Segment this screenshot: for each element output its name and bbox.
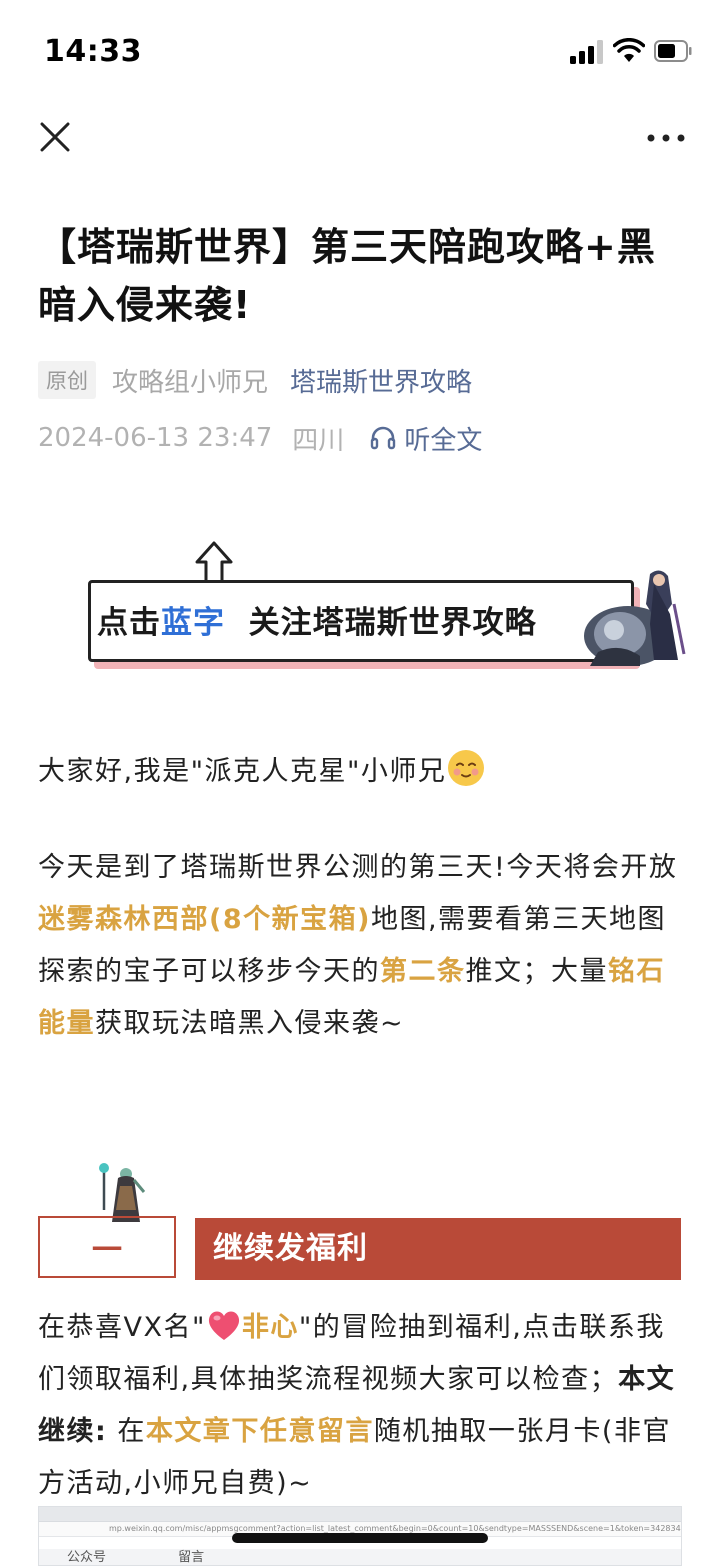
battery-icon	[654, 40, 692, 62]
intro-highlight-second: 第二条	[380, 956, 466, 987]
intro-highlight-map: 迷雾森林西部(8个新宝箱)	[38, 904, 371, 935]
smiling-face-emoji-icon	[448, 750, 485, 786]
signal-icon	[570, 40, 604, 64]
status-time: 14:33	[44, 34, 142, 69]
article-meta-time: 2024-06-13 23:47 四川 听全文	[38, 418, 482, 458]
listen-label: 听全文	[404, 425, 483, 456]
headphones-icon	[371, 426, 396, 450]
section-number-box: 一	[38, 1216, 176, 1278]
listen-button[interactable]: 听全文	[370, 420, 482, 457]
more-options-icon[interactable]	[646, 128, 686, 148]
article-meta: 原创 攻略组小师兄 塔瑞斯世界攻略	[38, 360, 472, 400]
section-number: 一	[92, 1233, 122, 1268]
winner-name: 非心	[241, 1312, 299, 1343]
warrior-figure-illustration	[99, 1163, 146, 1222]
follow-banner[interactable]: 点击蓝字 关注塔瑞斯世界攻略	[86, 540, 686, 670]
benefit-text-a: 在恭喜VX名"	[38, 1312, 206, 1343]
section-title: 继续发福利	[195, 1218, 681, 1280]
greeting-paragraph: 大家好,我是"派克人克星"小师兄	[38, 746, 686, 798]
benefit-text-c: 在	[107, 1416, 146, 1447]
intro-text-a: 今天是到了塔瑞斯世界公测的第三天!今天将会开放	[38, 852, 678, 883]
screenshot-tab-b: 留言	[178, 1550, 205, 1565]
banner-text: 点击蓝字 关注塔瑞斯世界攻略	[97, 597, 537, 642]
account-link[interactable]: 塔瑞斯世界攻略	[290, 362, 472, 399]
screenshot-tabbar	[39, 1507, 681, 1522]
screenshot-header: 公众号 留言	[39, 1549, 681, 1565]
lion-warrior-illustration	[584, 570, 686, 666]
greeting-text: 大家好,我是"派克人克星"小师兄	[38, 756, 447, 787]
banner-prefix: 点击	[97, 605, 161, 641]
benefit-highlight-comment: 本文章下任意留言	[145, 1416, 374, 1447]
article-title: 【塔瑞斯世界】第三天陪跑攻略+黑暗入侵来袭!	[38, 225, 656, 327]
original-tag: 原创	[38, 361, 96, 399]
intro-text-d: 获取玩法暗黑入侵来袭~	[95, 1008, 405, 1039]
close-icon[interactable]	[38, 120, 72, 154]
banner-blue-text: 蓝字	[161, 605, 225, 641]
status-bar: 14:33	[0, 0, 720, 100]
benefit-paragraph: 在恭喜VX名" 非心"的冒险抽到福利,点击联系我们领取福利,具体抽奖流程视频大家可…	[38, 1302, 686, 1510]
home-indicator[interactable]	[232, 1533, 488, 1543]
heart-icon	[206, 1308, 242, 1342]
screenshot-tab-a: 公众号	[67, 1550, 107, 1565]
publish-datetime: 2024-06-13 23:47	[38, 423, 273, 453]
intro-text-c: 推文；大量	[465, 956, 608, 987]
wifi-icon	[613, 38, 645, 62]
banner-box: 点击蓝字 关注塔瑞斯世界攻略	[88, 580, 634, 662]
intro-paragraph: 今天是到了塔瑞斯世界公测的第三天!今天将会开放迷雾森林西部(8个新宝箱)地图,需…	[38, 842, 686, 1050]
publish-location: 四川	[292, 425, 345, 456]
author-name: 攻略组小师兄	[112, 367, 269, 398]
banner-suffix: 关注塔瑞斯世界攻略	[248, 605, 537, 641]
